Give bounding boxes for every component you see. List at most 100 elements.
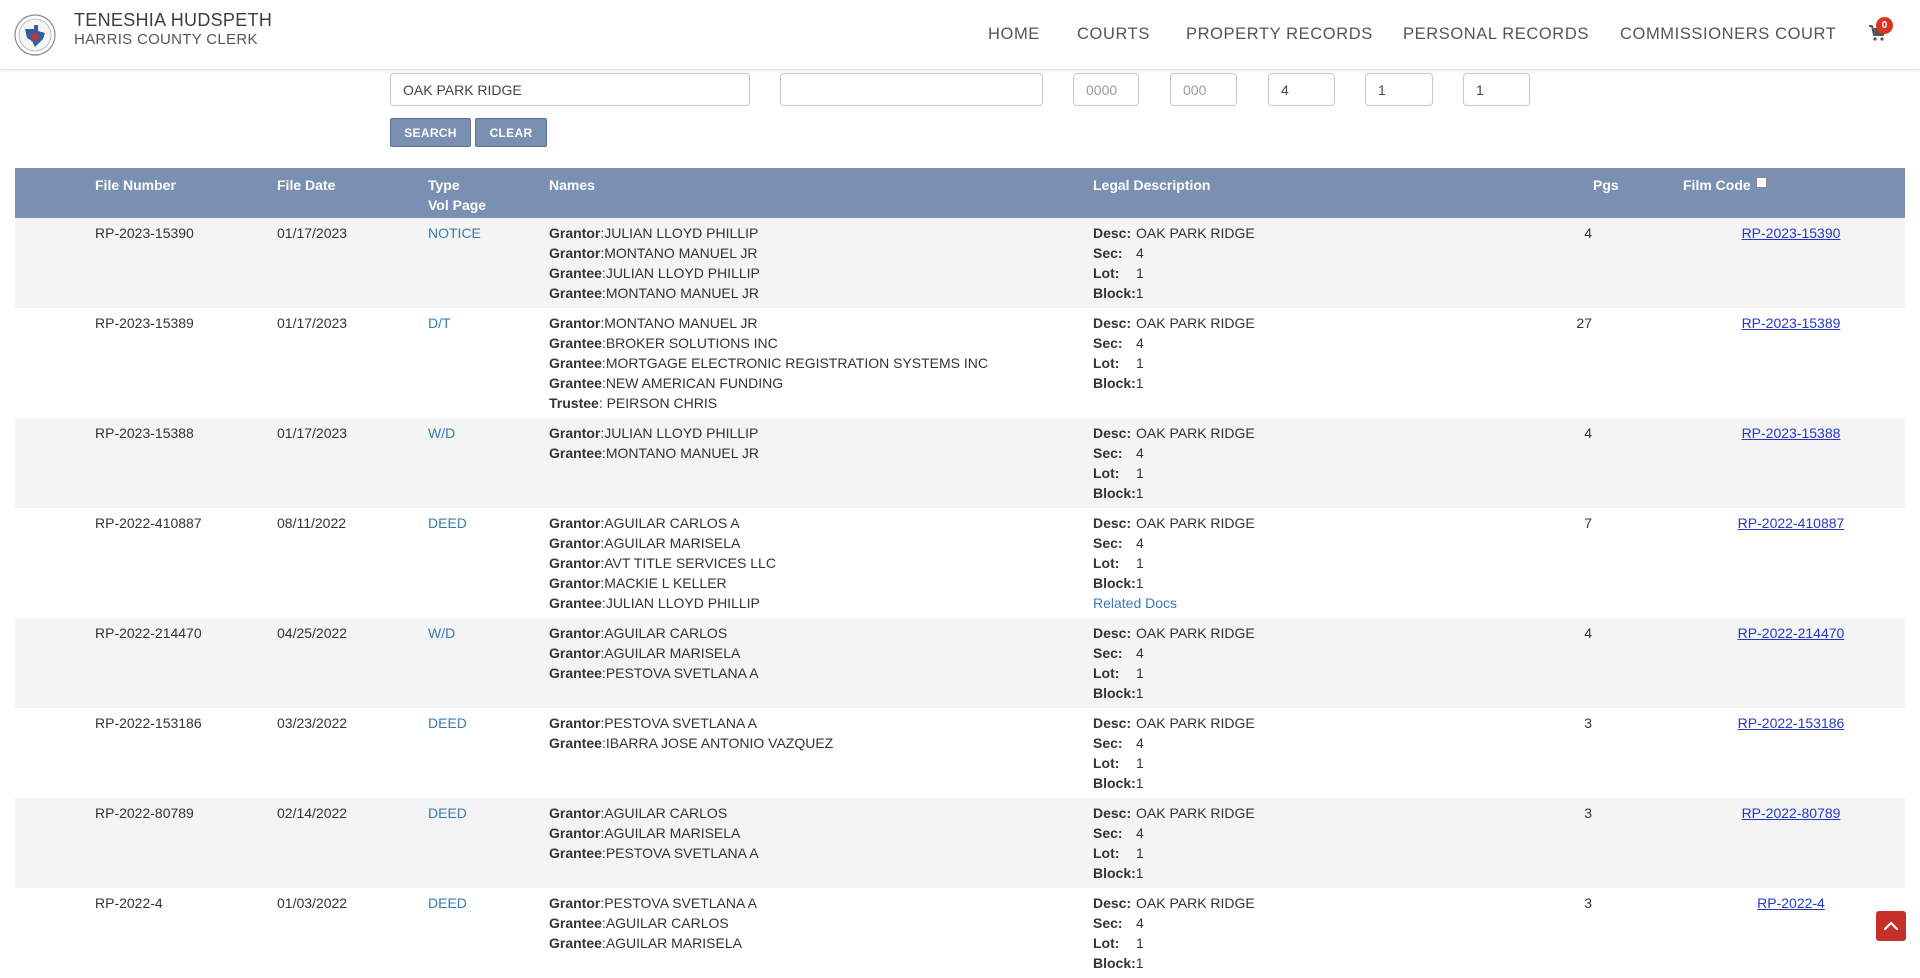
clear-button[interactable]: CLEAR <box>475 118 547 147</box>
legal-description: Desc: OAK PARK RIDGE Sec: 4 Lot: 1 Block:1 <box>1093 313 1255 393</box>
legal-lot-line: Lot: 1 <box>1093 843 1255 863</box>
file-number: RP-2022-4 <box>95 895 163 911</box>
party-name: AGUILAR MARISELA <box>604 645 741 661</box>
legal-lot-label: Lot: <box>1093 465 1120 481</box>
legal-lot-value: 1 <box>1136 755 1144 771</box>
legal-desc-line: Desc: OAK PARK RIDGE <box>1093 803 1255 823</box>
table-row: RP-2022-410887 08/11/2022 DEED Grantor:AGUI… <box>15 508 1905 618</box>
legal-sec-value: 4 <box>1136 735 1144 751</box>
lot-input[interactable] <box>1365 73 1433 106</box>
legal-lot-value: 1 <box>1136 355 1144 371</box>
film-code-link[interactable]: RP-2022-214470 <box>1701 623 1881 643</box>
instrument-type-link[interactable]: W/D <box>428 423 455 443</box>
nav-courts[interactable]: COURTS <box>1077 25 1150 44</box>
instrument-type-link[interactable]: D/T <box>428 313 451 333</box>
nav-personal-records[interactable]: PERSONAL RECORDS <box>1403 25 1589 44</box>
film-code-link[interactable]: RP-2023-15390 <box>1701 223 1881 243</box>
film-code-link[interactable]: RP-2022-80789 <box>1701 803 1881 823</box>
volume-input[interactable] <box>1073 73 1139 106</box>
legal-sec-line: Sec: 4 <box>1093 443 1255 463</box>
legal-lot-label: Lot: <box>1093 265 1120 281</box>
legal-desc-label: Desc: <box>1093 515 1132 531</box>
party-line: Grantor:MACKIE L KELLER <box>549 573 776 593</box>
legal-lot-line: Lot: 1 <box>1093 553 1255 573</box>
party-name: AGUILAR MARISELA <box>604 825 741 841</box>
party-line: Grantor:AVT TITLE SERVICES LLC <box>549 553 776 573</box>
table-row: RP-2023-15390 01/17/2023 NOTICE Grantor:JUL… <box>15 218 1905 308</box>
legal-description: Desc: OAK PARK RIDGE Sec: 4 Lot: 1 Block:1 <box>1093 713 1255 793</box>
instrument-type-link[interactable]: W/D <box>428 623 455 643</box>
film-code-link[interactable]: RP-2022-4 <box>1701 893 1881 913</box>
nav-property-records[interactable]: PROPERTY RECORDS <box>1186 25 1373 44</box>
legal-sec-label: Sec: <box>1093 335 1123 351</box>
legal-block-value: 1 <box>1135 865 1144 881</box>
instrument-type-link[interactable]: DEED <box>428 893 467 913</box>
party-name: MONTANO MANUEL JR <box>605 285 760 301</box>
party-role: Grantee <box>549 335 602 351</box>
legal-desc-label: Desc: <box>1093 895 1132 911</box>
legal-desc-line: Desc: OAK PARK RIDGE <box>1093 313 1255 333</box>
legal-block-label: Block: <box>1093 375 1136 391</box>
legal-sec-label: Sec: <box>1093 915 1123 931</box>
instrument-type-link[interactable]: DEED <box>428 713 467 733</box>
county-seal-icon[interactable] <box>14 14 56 56</box>
page-count: 27 <box>1576 315 1592 331</box>
legal-block-label: Block: <box>1093 955 1136 971</box>
page-input[interactable] <box>1170 73 1237 106</box>
select-all-checkbox[interactable] <box>1755 177 1767 188</box>
party-names: Grantor:JULIAN LLOYD PHILLIP Grantor:MONT… <box>549 223 760 303</box>
legal-desc-value: OAK PARK RIDGE <box>1136 805 1255 821</box>
legal-lot-value: 1 <box>1136 555 1144 571</box>
film-code-link[interactable]: RP-2022-410887 <box>1701 513 1881 533</box>
file-date: 08/11/2022 <box>277 515 347 531</box>
legal-lot-value: 1 <box>1136 665 1144 681</box>
legal-sec-label: Sec: <box>1093 245 1123 261</box>
search-button[interactable]: SEARCH <box>390 118 471 147</box>
legal-sec-value: 4 <box>1136 245 1144 261</box>
legal-sec-label: Sec: <box>1093 535 1123 551</box>
legal-desc-line: Desc: OAK PARK RIDGE <box>1093 423 1255 443</box>
film-code-link[interactable]: RP-2023-15389 <box>1701 313 1881 333</box>
instrument-type-link[interactable]: NOTICE <box>428 223 481 243</box>
legal-sec-value: 4 <box>1136 915 1144 931</box>
legal-desc-line: Desc: OAK PARK RIDGE <box>1093 713 1255 733</box>
party-line: Grantor:AGUILAR MARISELA <box>549 823 759 843</box>
legal-desc-line: Desc: OAK PARK RIDGE <box>1093 623 1255 643</box>
related-docs-link[interactable]: Related Docs <box>1093 593 1255 613</box>
block-input[interactable] <box>1463 73 1530 106</box>
file-date: 03/23/2022 <box>277 715 348 731</box>
legal-lot-value: 1 <box>1136 265 1144 281</box>
nav-home[interactable]: HOME <box>988 25 1040 44</box>
party-line: Grantee:PESTOVA SVETLANA A <box>549 843 759 863</box>
legal-lot-label: Lot: <box>1093 665 1120 681</box>
table-row: RP-2023-15389 01/17/2023 D/T Grantor:MONTAN… <box>15 308 1905 418</box>
file-number: RP-2023-15388 <box>95 425 194 441</box>
instrument-type-link[interactable]: DEED <box>428 803 467 823</box>
legal-lot-line: Lot: 1 <box>1093 663 1255 683</box>
party-name: PESTOVA SVETLANA A <box>605 665 759 681</box>
file-number: RP-2023-15389 <box>95 315 194 331</box>
subdivision-input[interactable] <box>390 73 750 106</box>
instrument-type-link[interactable]: DEED <box>428 513 467 533</box>
legal-lot-line: Lot: 1 <box>1093 753 1255 773</box>
party-role: Grantor <box>549 555 601 571</box>
party-role: Grantee <box>549 285 602 301</box>
party-role: Trustee <box>549 395 599 411</box>
section-input[interactable] <box>1268 73 1335 106</box>
legal-desc-label: Desc: <box>1093 315 1132 331</box>
table-row: RP-2022-214470 04/25/2022 W/D Grantor:AGUIL… <box>15 618 1905 708</box>
legal-block-value: 1 <box>1135 575 1144 591</box>
search-field-2-input[interactable] <box>780 73 1043 106</box>
party-names: Grantor:MONTANO MANUEL JR Grantee:BROKER … <box>549 313 988 413</box>
legal-sec-value: 4 <box>1136 645 1144 661</box>
legal-lot-value: 1 <box>1136 845 1144 861</box>
legal-block-label: Block: <box>1093 485 1136 501</box>
legal-lot-line: Lot: 1 <box>1093 263 1255 283</box>
nav-commissioners-court[interactable]: COMMISSIONERS COURT <box>1620 25 1836 44</box>
party-line: Grantee:NEW AMERICAN FUNDING <box>549 373 988 393</box>
party-line: Grantee:MONTANO MANUEL JR <box>549 443 759 463</box>
film-code-link[interactable]: RP-2023-15388 <box>1701 423 1881 443</box>
chevron-up-icon[interactable] <box>1876 911 1906 941</box>
cart-count-badge: 0 <box>1876 17 1893 34</box>
film-code-link[interactable]: RP-2022-153186 <box>1701 713 1881 733</box>
